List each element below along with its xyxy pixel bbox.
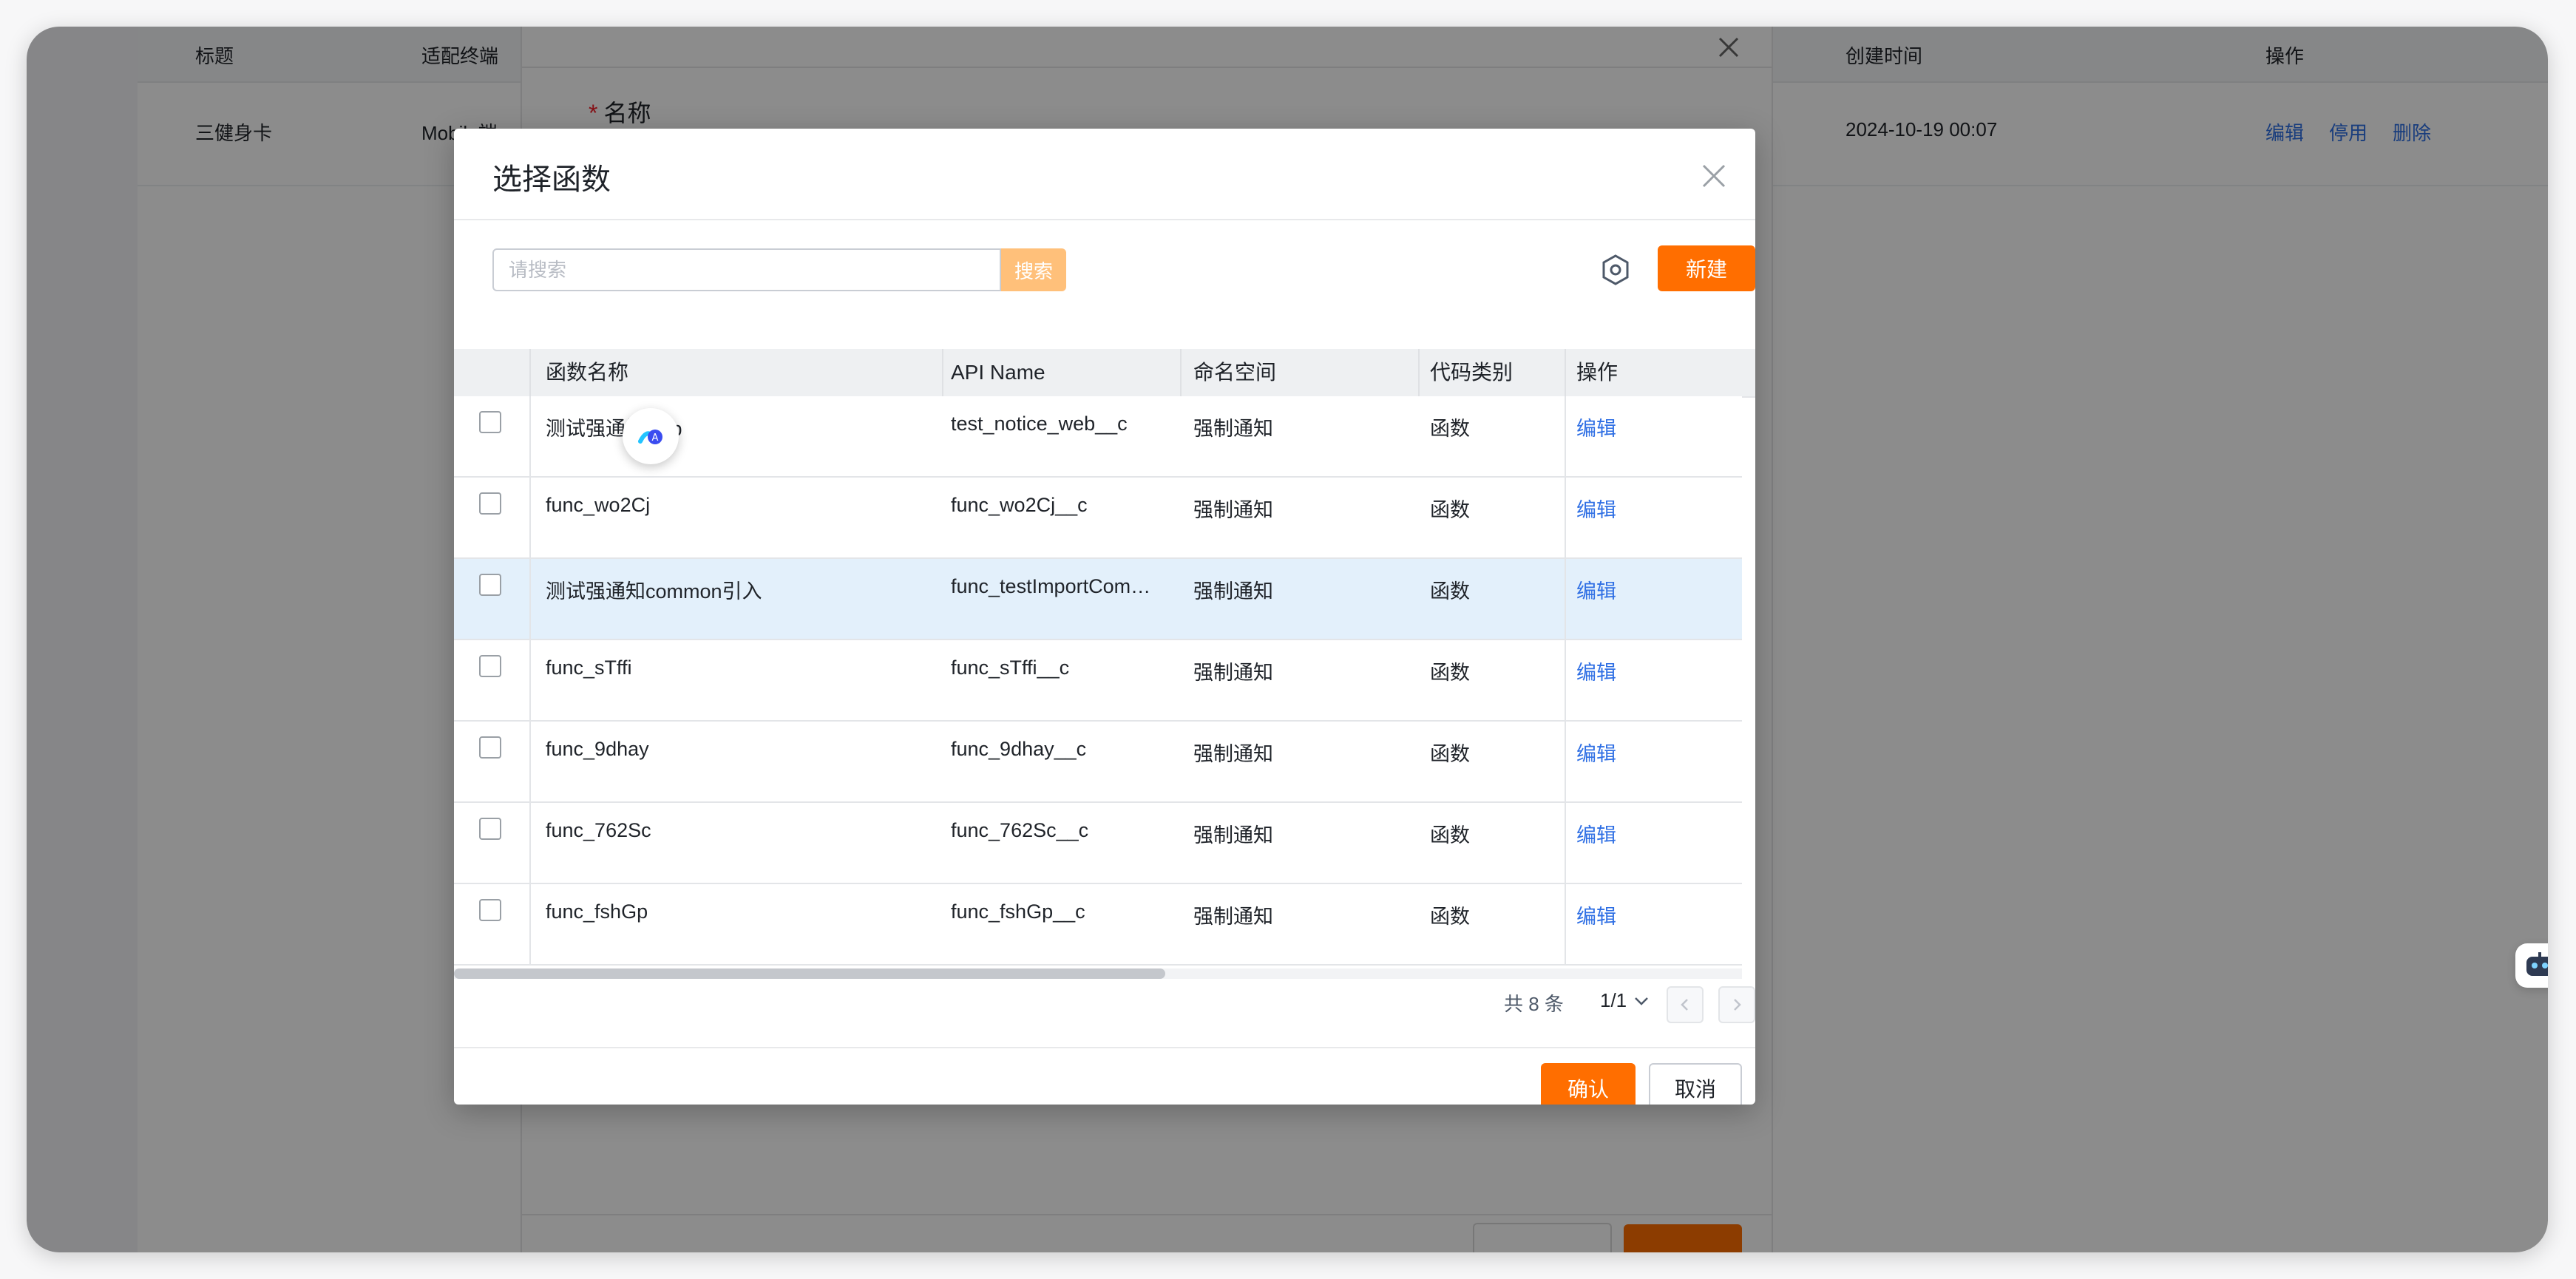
new-button[interactable]: 新建 <box>1658 245 1755 291</box>
page-indicator: 1/1 <box>1600 989 1627 1011</box>
chevron-down-icon <box>1635 997 1649 1005</box>
assistant-badge-icon[interactable]: A <box>623 408 679 464</box>
edit-link[interactable]: 编辑 <box>1576 413 1616 441</box>
column-divider <box>529 722 531 801</box>
prev-page-button[interactable] <box>1667 986 1704 1023</box>
row-checkbox[interactable] <box>479 736 501 759</box>
column-divider <box>1180 349 1182 396</box>
column-divider <box>1565 559 1566 639</box>
cell-namespace: 强制通知 <box>1193 418 1273 440</box>
column-divider <box>1565 884 1566 964</box>
table-row[interactable]: func_762Sc func_762Sc__c 强制通知 函数 编辑 <box>454 803 1742 884</box>
table-row[interactable]: func_9dhay func_9dhay__c 强制通知 函数 编辑 <box>454 722 1742 803</box>
cell-api: func_testImportCom… <box>951 575 1151 597</box>
column-divider <box>942 349 943 396</box>
search-button[interactable]: 搜索 <box>1001 248 1066 291</box>
cell-namespace: 强制通知 <box>1193 906 1273 928</box>
modal-title: 选择函数 <box>492 163 611 196</box>
row-checkbox[interactable] <box>479 492 501 515</box>
cell-name: func_sTffi <box>546 657 632 679</box>
cell-api: func_wo2Cj__c <box>951 494 1088 516</box>
edit-link[interactable]: 编辑 <box>1576 657 1616 685</box>
edit-link[interactable]: 编辑 <box>1576 494 1616 523</box>
cell-api: func_fshGp__c <box>951 900 1085 923</box>
table-row[interactable]: 测试强通知common引入 func_testImportCom… 强制通知 函… <box>454 559 1742 640</box>
row-checkbox[interactable] <box>479 818 501 840</box>
cell-namespace: 强制通知 <box>1193 662 1273 684</box>
search-input[interactable] <box>492 248 1001 291</box>
edit-link[interactable]: 编辑 <box>1576 575 1616 604</box>
cell-code-type: 函数 <box>1430 906 1470 928</box>
modal-header: 选择函数 <box>454 129 1755 220</box>
edit-link[interactable]: 编辑 <box>1576 819 1616 848</box>
column-divider <box>1565 722 1566 801</box>
column-divider <box>1565 640 1566 720</box>
column-divider <box>1565 478 1566 557</box>
column-divider <box>529 884 531 964</box>
cell-name: func_wo2Cj <box>546 494 651 516</box>
column-divider <box>1418 349 1420 396</box>
chevron-left-icon <box>1681 999 1688 1011</box>
table-row[interactable]: func_wo2Cj func_wo2Cj__c 强制通知 函数 编辑 <box>454 478 1742 559</box>
column-divider <box>529 640 531 720</box>
horizontal-scrollbar-thumb[interactable] <box>454 968 1165 979</box>
table-header: 函数名称 API Name 命名空间 代码类别 操作 <box>454 349 1755 398</box>
robot-icon[interactable] <box>2515 943 2548 988</box>
settings-icon[interactable] <box>1599 253 1633 287</box>
total-count: 共 8 条 <box>1504 993 1564 1015</box>
cell-namespace: 强制通知 <box>1193 824 1273 847</box>
cell-code-type: 函数 <box>1430 580 1470 603</box>
col-header-api: API Name <box>951 361 1045 384</box>
cell-name: func_9dhay <box>546 738 649 760</box>
cell-namespace: 强制通知 <box>1193 743 1273 765</box>
cell-code-type: 函数 <box>1430 662 1470 684</box>
column-divider <box>1565 396 1566 476</box>
edit-link[interactable]: 编辑 <box>1576 738 1616 767</box>
row-checkbox[interactable] <box>479 899 501 921</box>
cell-namespace: 强制通知 <box>1193 499 1273 521</box>
close-icon[interactable] <box>1699 161 1729 191</box>
cell-code-type: 函数 <box>1430 824 1470 847</box>
cancel-button[interactable]: 取消 <box>1649 1063 1742 1105</box>
confirm-button[interactable]: 确认 <box>1541 1063 1636 1105</box>
cell-code-type: 函数 <box>1430 499 1470 521</box>
row-checkbox[interactable] <box>479 411 501 433</box>
table-body: 测试强通知web test_notice_web__c 强制通知 函数 编辑 f… <box>454 396 1742 968</box>
column-divider <box>529 478 531 557</box>
column-divider <box>529 559 531 639</box>
cell-code-type: 函数 <box>1430 418 1470 440</box>
table-row[interactable]: func_sTffi func_sTffi__c 强制通知 函数 编辑 <box>454 640 1742 722</box>
modal-footer-divider <box>454 1047 1755 1048</box>
select-function-modal: 选择函数 搜索 新建 函数名称 API Name 命名空间 代码类别 操作 <box>454 129 1755 1105</box>
cell-api: func_762Sc__c <box>951 819 1089 841</box>
cell-api: func_sTffi__c <box>951 657 1070 679</box>
col-header-action: 操作 <box>1576 361 1619 384</box>
column-divider <box>529 349 531 396</box>
col-header-code-type: 代码类别 <box>1430 361 1514 384</box>
cell-name: func_762Sc <box>546 819 651 841</box>
col-header-name: 函数名称 <box>546 361 629 384</box>
column-divider <box>1565 349 1566 396</box>
cell-code-type: 函数 <box>1430 743 1470 765</box>
column-divider <box>529 803 531 883</box>
row-checkbox[interactable] <box>479 655 501 677</box>
chevron-right-icon <box>1734 999 1741 1011</box>
modal-toolbar: 搜索 新建 <box>454 219 1755 330</box>
cell-name: 测试强通知web <box>546 418 682 440</box>
column-divider <box>1565 803 1566 883</box>
cell-name: 测试强通知common引入 <box>546 580 762 603</box>
svg-text:A: A <box>652 432 659 444</box>
row-checkbox[interactable] <box>479 574 501 596</box>
cell-namespace: 强制通知 <box>1193 580 1273 603</box>
edit-link[interactable]: 编辑 <box>1576 900 1616 929</box>
cell-api: test_notice_web__c <box>951 413 1128 435</box>
col-header-namespace: 命名空间 <box>1193 361 1277 384</box>
cell-name: func_fshGp <box>546 900 648 923</box>
pagination: 共 8 条 1/1 <box>454 979 1755 1028</box>
cell-api: func_9dhay__c <box>951 738 1087 760</box>
column-divider <box>529 396 531 476</box>
table-row[interactable]: func_fshGp func_fshGp__c 强制通知 函数 编辑 <box>454 884 1742 966</box>
page-select[interactable]: 1/1 <box>1600 989 1649 1012</box>
next-page-button[interactable] <box>1718 986 1755 1023</box>
